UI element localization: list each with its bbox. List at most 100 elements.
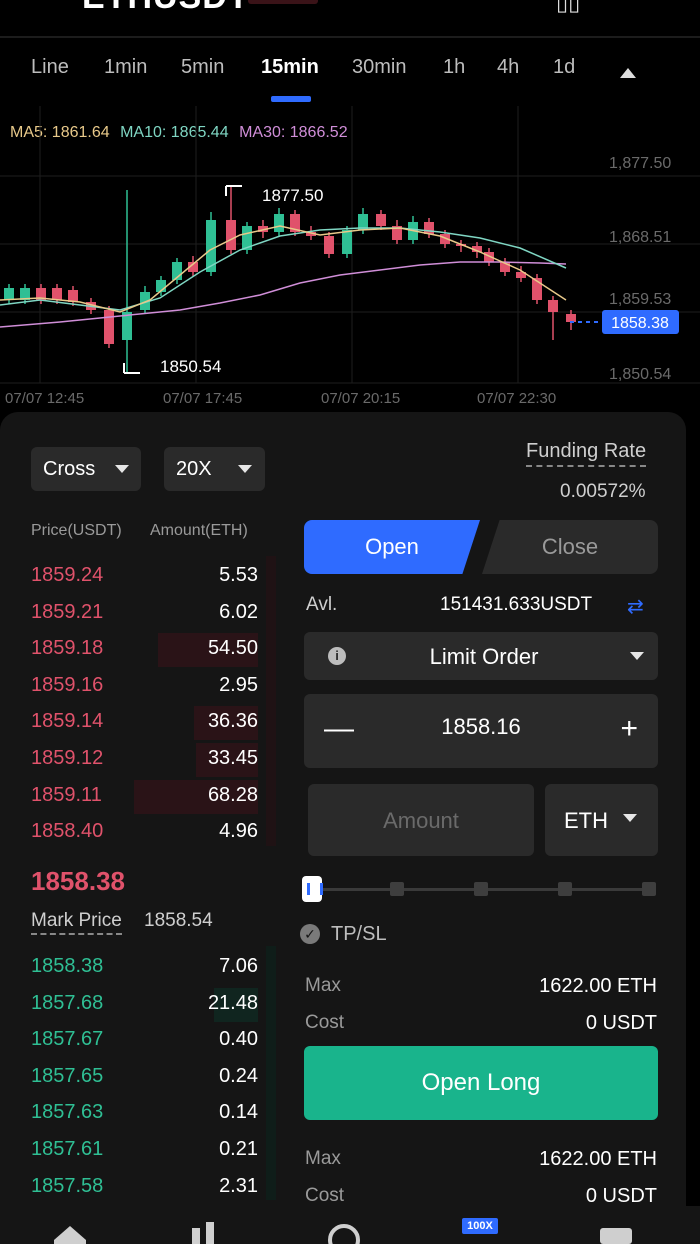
amount-input[interactable] [308,808,534,834]
candle-body [52,288,62,300]
amount-slider-handle[interactable] [302,876,323,902]
earn-icon[interactable] [324,1224,364,1244]
bid-row[interactable]: 1857.67 0.40 [0,1022,270,1058]
tab-line[interactable]: Line [31,56,69,79]
tab-1h[interactable]: 1h [443,56,465,79]
chevron-down-icon [623,814,637,822]
wallet-icon[interactable] [598,1224,634,1244]
candle-body [4,288,14,300]
candle-body [566,314,576,322]
slider-step-75[interactable] [558,882,572,896]
margin-mode-select[interactable]: Cross [31,447,141,491]
bid-amount: 0.24 [219,1064,258,1087]
leverage-select[interactable]: 20X [164,447,265,491]
ask-row[interactable]: 1859.21 6.02 [0,595,270,631]
long-max-value: 1622.00 ETH [539,975,657,997]
bid-price: 1858.38 [31,955,104,977]
ask-price: 1859.12 [31,747,104,769]
leverage-value: 20X [176,458,212,480]
open-tab[interactable]: Open [304,520,480,574]
market-icon[interactable] [188,1220,224,1244]
tab-4h[interactable]: 4h [497,56,519,79]
tab-15min[interactable]: 15min [261,56,319,79]
x-tick: 07/07 17:45 [163,390,242,407]
slider-step-50[interactable] [474,882,488,896]
bid-price: 1857.63 [31,1101,104,1124]
price-change-badge [248,0,318,4]
bid-price: 1857.61 [31,1138,104,1160]
close-tab[interactable]: Close [482,520,658,574]
candle-body [424,222,434,234]
current-price-tag-text: 1858.38 [611,315,669,332]
ask-row[interactable]: 1859.24 5.53 [0,558,270,594]
ask-row[interactable]: 1859.12 33.45 [0,741,270,777]
low-price-label: 1850.54 [160,357,221,376]
open-long-button[interactable]: Open Long [304,1046,658,1120]
funding-rate-value: 0.00572% [560,481,646,502]
chevron-down-icon [630,652,644,660]
chevron-down-icon [238,465,252,473]
bid-row[interactable]: 1857.61 0.21 [0,1132,270,1168]
tab-30min[interactable]: 30min [352,56,406,79]
long-cost-label: Cost [305,1012,345,1033]
order-type-value: Limit Order [429,644,539,669]
futures-icon[interactable]: 100X [462,1218,498,1244]
tpsl-label: TP/SL [331,923,387,945]
slider-step-25[interactable] [390,882,404,896]
candle-body [274,214,284,232]
bid-row[interactable]: 1857.63 0.14 [0,1095,270,1131]
order-type-select[interactable]: i Limit Order [304,632,658,680]
top-header: ETHUSDT ▯▯ [0,0,700,38]
unit-value: ETH [564,808,608,833]
ask-row[interactable]: 1858.40 4.96 [0,814,270,850]
slider-step-100[interactable] [642,882,656,896]
ask-price: 1859.16 [31,673,104,696]
short-cost-label: Cost [305,1185,345,1206]
price-stepper: — + [304,694,658,768]
bid-price: 1857.68 [31,991,104,1014]
price-input[interactable] [364,714,598,740]
mark-price-label[interactable]: Mark Price [31,910,122,935]
bid-row[interactable]: 1858.38 7.06 [0,949,270,985]
margin-mode-value: Cross [43,458,96,480]
tab-1min[interactable]: 1min [104,56,147,79]
tab-5min[interactable]: 5min [181,56,224,79]
pair-title: ETHUSDT [82,0,250,17]
increase-price-button[interactable]: + [620,714,638,744]
bid-row[interactable]: 1857.58 2.31 [0,1169,270,1205]
collapse-chart-icon[interactable] [620,68,636,78]
y-tick: 1,868.51 [609,229,671,246]
home-icon[interactable] [52,1224,88,1244]
last-price: 1858.38 [31,866,125,896]
funding-rate-label[interactable]: Funding Rate [526,440,647,467]
timeframe-tabs: Line 1min 5min 15min 30min 1h 4h 1d [0,56,700,102]
bid-amount: 2.31 [219,1174,258,1197]
bid-amount: 0.14 [219,1101,258,1124]
chevron-down-icon [115,465,129,473]
menu-icon[interactable]: ▯▯ [556,0,580,16]
ask-amount: 68.28 [207,783,258,806]
bid-row[interactable]: 1857.68 21.48 [0,986,270,1022]
candle-body [548,300,558,312]
high-price-label: 1877.50 [262,186,323,205]
candlestick-chart[interactable]: 1858.38 1877.50 1850.54 1,877.50 1,868.5… [0,106,700,412]
tpsl-checkbox[interactable]: ✓ [300,924,320,944]
ask-row[interactable]: 1859.11 68.28 [0,778,270,814]
ask-price: 1858.40 [31,820,104,843]
ask-price: 1859.21 [31,600,104,623]
x-tick: 07/07 22:30 [477,390,556,407]
long-cost-value: 0 USDT [585,1012,657,1034]
ask-row[interactable]: 1859.14 36.36 [0,704,270,741]
ask-amount: 54.50 [207,637,258,660]
futures-badge: 100X [462,1218,498,1234]
bid-row[interactable]: 1857.65 0.24 [0,1059,270,1095]
transfer-icon[interactable]: ⇄ [627,594,644,619]
unit-select[interactable]: ETH [545,784,658,856]
decrease-price-button[interactable]: — [324,714,354,744]
tab-1d[interactable]: 1d [553,56,575,79]
ask-amount: 33.45 [207,747,258,769]
bottom-nav: 100X [0,1206,700,1244]
ask-row[interactable]: 1859.16 2.95 [0,668,270,704]
ask-row[interactable]: 1859.18 54.50 [0,631,270,668]
available-balance: 151431.633USDT [440,594,593,615]
